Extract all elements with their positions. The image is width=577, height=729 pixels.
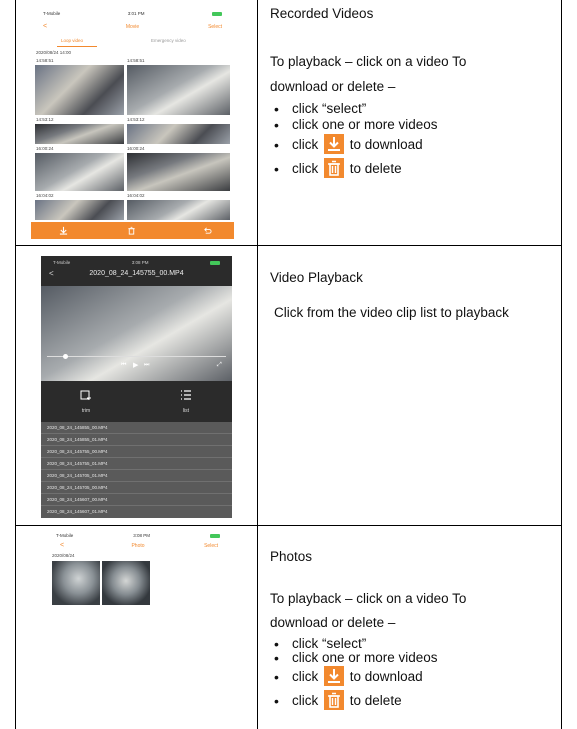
screenshot-video-playback: T-Mobile 3:08 PM < 2020_08_24_145755_00.… (41, 256, 232, 518)
list-item: click “select” (270, 637, 550, 652)
list-item[interactable]: 2020_08_24_145855_01.MP4 (41, 434, 232, 446)
tab-active-underline (57, 46, 97, 47)
section-title: Recorded Videos (270, 6, 374, 21)
section-title: Video Playback (270, 270, 363, 285)
list-item: click to delete (270, 157, 550, 181)
document-table: T-Mobile 3:01 PM < Movie Select Loop vid… (0, 0, 577, 729)
list-item: click one or more videos (270, 117, 550, 133)
progress-knob[interactable] (63, 354, 68, 359)
screenshot-movie-list: T-Mobile 3:01 PM < Movie Select Loop vid… (31, 7, 234, 239)
list-item: click “select” (270, 101, 550, 117)
select-button[interactable]: Select (208, 24, 222, 30)
download-arrow-icon[interactable] (59, 226, 68, 235)
table-middle-border (257, 0, 258, 729)
battery-icon (212, 12, 222, 16)
file-list: 2020_08_24_145855_00.MP4 2020_08_24_1458… (41, 422, 232, 518)
tab-emergency-video[interactable]: Emergency video (151, 38, 186, 43)
video-thumbnail[interactable] (127, 124, 230, 144)
list-button[interactable]: list (161, 388, 211, 418)
clip-time: 16:00:24 (127, 146, 145, 151)
list-item[interactable]: 2020_08_24_145855_00.MP4 (41, 422, 232, 434)
clip-time: 16:04:02 (127, 193, 145, 198)
video-thumbnail[interactable] (127, 153, 230, 191)
bottom-toolbar (31, 222, 234, 239)
row-divider-2 (15, 525, 562, 526)
table-left-border (15, 0, 16, 729)
trash-icon[interactable] (127, 226, 136, 235)
list-icon (181, 390, 191, 400)
download-arrow-icon (324, 134, 345, 155)
section-title: Photos (270, 549, 313, 564)
video-thumbnail[interactable] (127, 65, 230, 115)
trim-button[interactable]: trim (61, 388, 111, 418)
instruction-line: Click from the video clip list to playba… (274, 305, 509, 320)
instruction-line: To playback – click on a video To (270, 591, 467, 606)
list-item: click to download (270, 133, 550, 157)
list-item: click to delete (270, 689, 550, 713)
trim-label: trim (81, 408, 91, 414)
list-label: list (182, 408, 190, 414)
trash-icon (324, 158, 345, 179)
list-item[interactable]: 2020_08_24_145607_00.MP4 (41, 494, 232, 506)
table-right-border (561, 0, 562, 729)
instruction-line: download or delete – (270, 79, 396, 94)
time-label: 3:01 PM (127, 10, 145, 16)
time-label: 3:08 PM (131, 259, 149, 265)
video-thumbnail[interactable] (35, 153, 124, 191)
screenshot-photo-list: T-Mobile 3:08 PM < Photo Select 2020/08/… (50, 529, 226, 619)
battery-icon (210, 534, 220, 538)
skip-back-icon[interactable]: ⏮ (121, 362, 126, 369)
row-divider-1 (15, 245, 562, 246)
video-thumbnail[interactable] (127, 200, 230, 220)
date-header: 2020/08/24 14:00 (36, 50, 72, 55)
skip-forward-icon[interactable]: ⏭ (144, 362, 149, 369)
status-bar: T-Mobile 3:08 PM (50, 529, 226, 543)
list-item: click to download (270, 665, 550, 689)
clip-time: 14:53:12 (127, 117, 145, 122)
battery-icon (210, 261, 220, 265)
list-item: click one or more videos (270, 651, 550, 666)
clip-time: 16:04:02 (36, 193, 54, 198)
trim-add-icon (80, 390, 91, 400)
clip-time: 14:58:51 (127, 58, 145, 63)
instruction-list: click “select” click one or more videos … (270, 637, 550, 714)
carrier-label: T-Mobile (53, 259, 71, 265)
instruction-line: download or delete – (270, 615, 396, 630)
clip-time: 14:53:12 (36, 117, 54, 122)
video-thumbnail[interactable] (35, 200, 124, 220)
status-bar: T-Mobile 3:08 PM (41, 256, 232, 270)
tab-loop-video[interactable]: Loop video (61, 38, 83, 43)
progress-track[interactable] (47, 356, 226, 357)
photo-thumbnail[interactable] (102, 561, 150, 605)
tab-bar: Loop video Emergency video (31, 35, 234, 49)
fullscreen-icon[interactable]: ⤢ (217, 362, 222, 369)
video-title: 2020_08_24_145755_00.MP4 (89, 270, 184, 277)
carrier-label: T-Mobile (43, 10, 61, 16)
status-bar: T-Mobile 3:01 PM (31, 7, 234, 21)
list-item[interactable]: 2020_08_24_145607_01.MP4 (41, 506, 232, 518)
trash-icon (324, 690, 345, 711)
time-label: 3:08 PM (133, 532, 151, 538)
clip-time: 14:58:51 (36, 58, 54, 63)
nav-title: Photo (131, 543, 145, 549)
play-icon[interactable]: ▶ (133, 361, 138, 369)
nav-title: Movie (125, 24, 140, 30)
photo-thumbnail[interactable] (52, 561, 100, 605)
download-arrow-icon (324, 666, 345, 687)
carrier-label: T-Mobile (56, 532, 74, 538)
list-item[interactable]: 2020_08_24_145755_01.MP4 (41, 458, 232, 470)
date-header: 2020/08/24 (52, 553, 75, 558)
list-item[interactable]: 2020_08_24_145755_00.MP4 (41, 446, 232, 458)
instruction-list: click “select” click one or more videos … (270, 101, 550, 181)
clip-time: 16:00:24 (36, 146, 54, 151)
video-thumbnail[interactable] (35, 124, 124, 144)
select-button[interactable]: Select (204, 543, 218, 549)
list-item[interactable]: 2020_08_24_145705_00.MP4 (41, 482, 232, 494)
video-thumbnail[interactable] (35, 65, 124, 115)
list-item[interactable]: 2020_08_24_145705_01.MP4 (41, 470, 232, 482)
nav-bar: < Movie Select (31, 21, 234, 35)
return-icon[interactable] (203, 226, 212, 235)
instruction-line: To playback – click on a video To (270, 54, 467, 69)
